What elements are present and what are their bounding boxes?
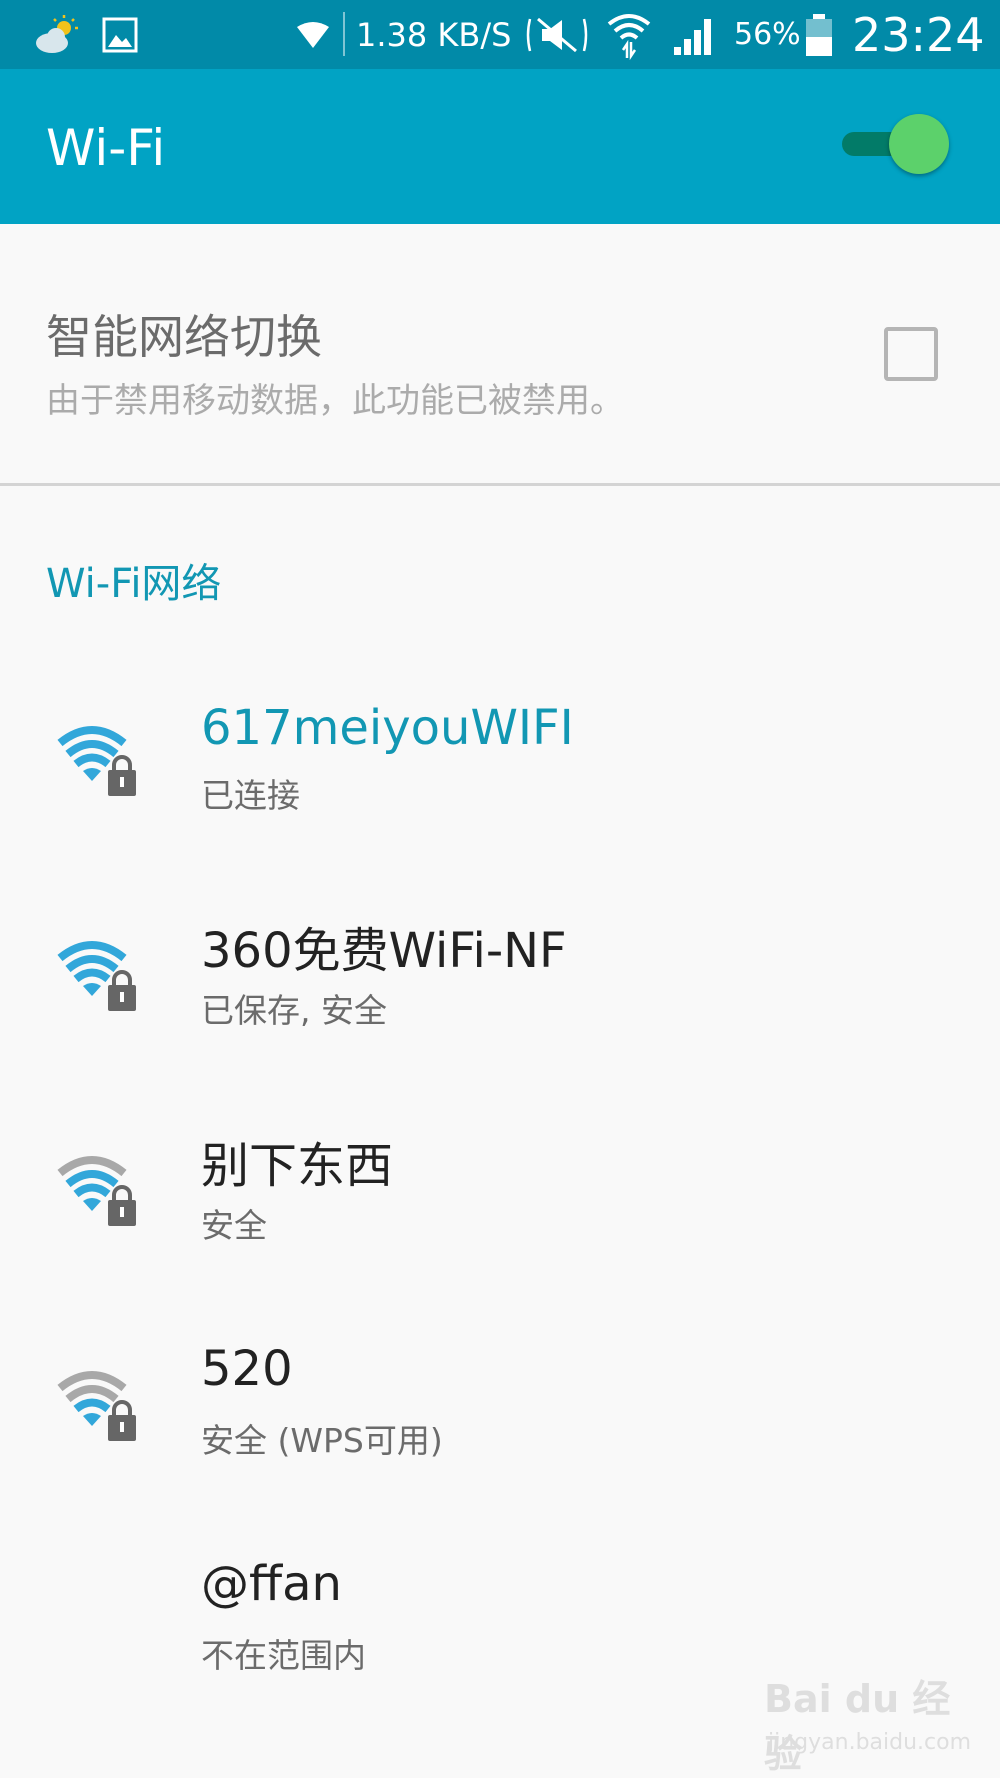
network-status: 不在范围内 <box>201 1636 366 1675</box>
smart-switch-subtitle: 由于禁用移动数据，此功能已被禁用。 <box>46 381 624 421</box>
lock-keyhole <box>120 777 124 787</box>
watermark: Bai du 经验 jingyan.baidu.com <box>764 1668 974 1776</box>
wifi-icon <box>606 0 652 69</box>
signal-level-1 <box>83 1413 101 1426</box>
network-speed: 1.38 KB/S <box>356 15 512 54</box>
app-bar: Wi-Fi <box>0 69 1000 224</box>
signal-level-2 <box>73 1398 111 1413</box>
network-name: 360免费WiFi-NF <box>201 923 567 979</box>
network-status: 安全 (WPS可用) <box>201 1421 443 1460</box>
lock-shackle <box>112 755 132 771</box>
section-divider <box>0 483 1000 486</box>
signal-level-3 <box>65 1385 119 1403</box>
lock-keyhole <box>120 992 124 1002</box>
gallery-icon <box>102 0 138 69</box>
signal-level-2 <box>73 968 111 983</box>
network-name: 别下东西 <box>201 1138 394 1194</box>
lock-shackle <box>112 1185 132 1201</box>
battery-icon <box>804 0 834 69</box>
toggle-thumb <box>889 114 949 174</box>
signal-level-1 <box>83 768 101 781</box>
status-divider <box>343 12 345 56</box>
network-status: 安全 <box>201 1206 267 1245</box>
lock-shackle <box>112 970 132 986</box>
signal-level-2 <box>73 1183 111 1198</box>
signal-icon <box>672 0 718 69</box>
signal-level-1 <box>83 1198 101 1211</box>
signal-level-3 <box>65 1170 119 1188</box>
signal-level-2 <box>73 753 111 768</box>
signal-level-3 <box>65 955 119 973</box>
signal-level-1 <box>83 983 101 996</box>
network-name: @ffan <box>201 1556 342 1612</box>
lock-keyhole <box>120 1422 124 1432</box>
smart-network-switch-row[interactable]: 智能网络切换 由于禁用移动数据，此功能已被禁用。 <box>0 224 1000 483</box>
network-status: 已连接 <box>201 776 300 815</box>
watermark-url: jingyan.baidu.com <box>768 1730 972 1755</box>
lock-shackle <box>112 1400 132 1416</box>
wifi-lock-icon <box>54 936 140 1012</box>
lock-keyhole <box>120 1207 124 1217</box>
network-status: 已保存, 安全 <box>201 991 387 1030</box>
signal-level-3 <box>65 740 119 758</box>
network-item[interactable]: 别下东西 安全 <box>0 1110 1000 1325</box>
network-item[interactable]: 360免费WiFi-NF 已保存, 安全 <box>0 895 1000 1110</box>
page-title: Wi-Fi <box>46 119 166 177</box>
wifi-small-icon <box>296 0 330 69</box>
wifi-networks-header: Wi-Fi网络 <box>46 561 222 607</box>
network-item[interactable]: 617meiyouWIFI 已连接 <box>0 680 1000 895</box>
smart-switch-title: 智能网络切换 <box>46 310 322 364</box>
network-name: 617meiyouWIFI <box>201 700 574 756</box>
wifi-lock-icon <box>54 1366 140 1442</box>
clock: 23:24 <box>852 7 985 62</box>
smart-switch-checkbox[interactable] <box>884 327 938 381</box>
watermark-logo: Bai du 经验 <box>764 1677 951 1776</box>
status-bar: 1.38 KB/S 56% 23:24 <box>0 0 1000 69</box>
wifi-toggle[interactable] <box>842 114 950 174</box>
network-item[interactable]: 520 安全 (WPS可用) <box>0 1325 1000 1540</box>
mute-icon <box>524 0 590 69</box>
wifi-lock-icon <box>54 1151 140 1227</box>
wifi-lock-icon <box>54 721 140 797</box>
battery-percent: 56% <box>734 17 801 52</box>
weather-icon <box>34 0 80 69</box>
network-name: 520 <box>201 1341 293 1397</box>
